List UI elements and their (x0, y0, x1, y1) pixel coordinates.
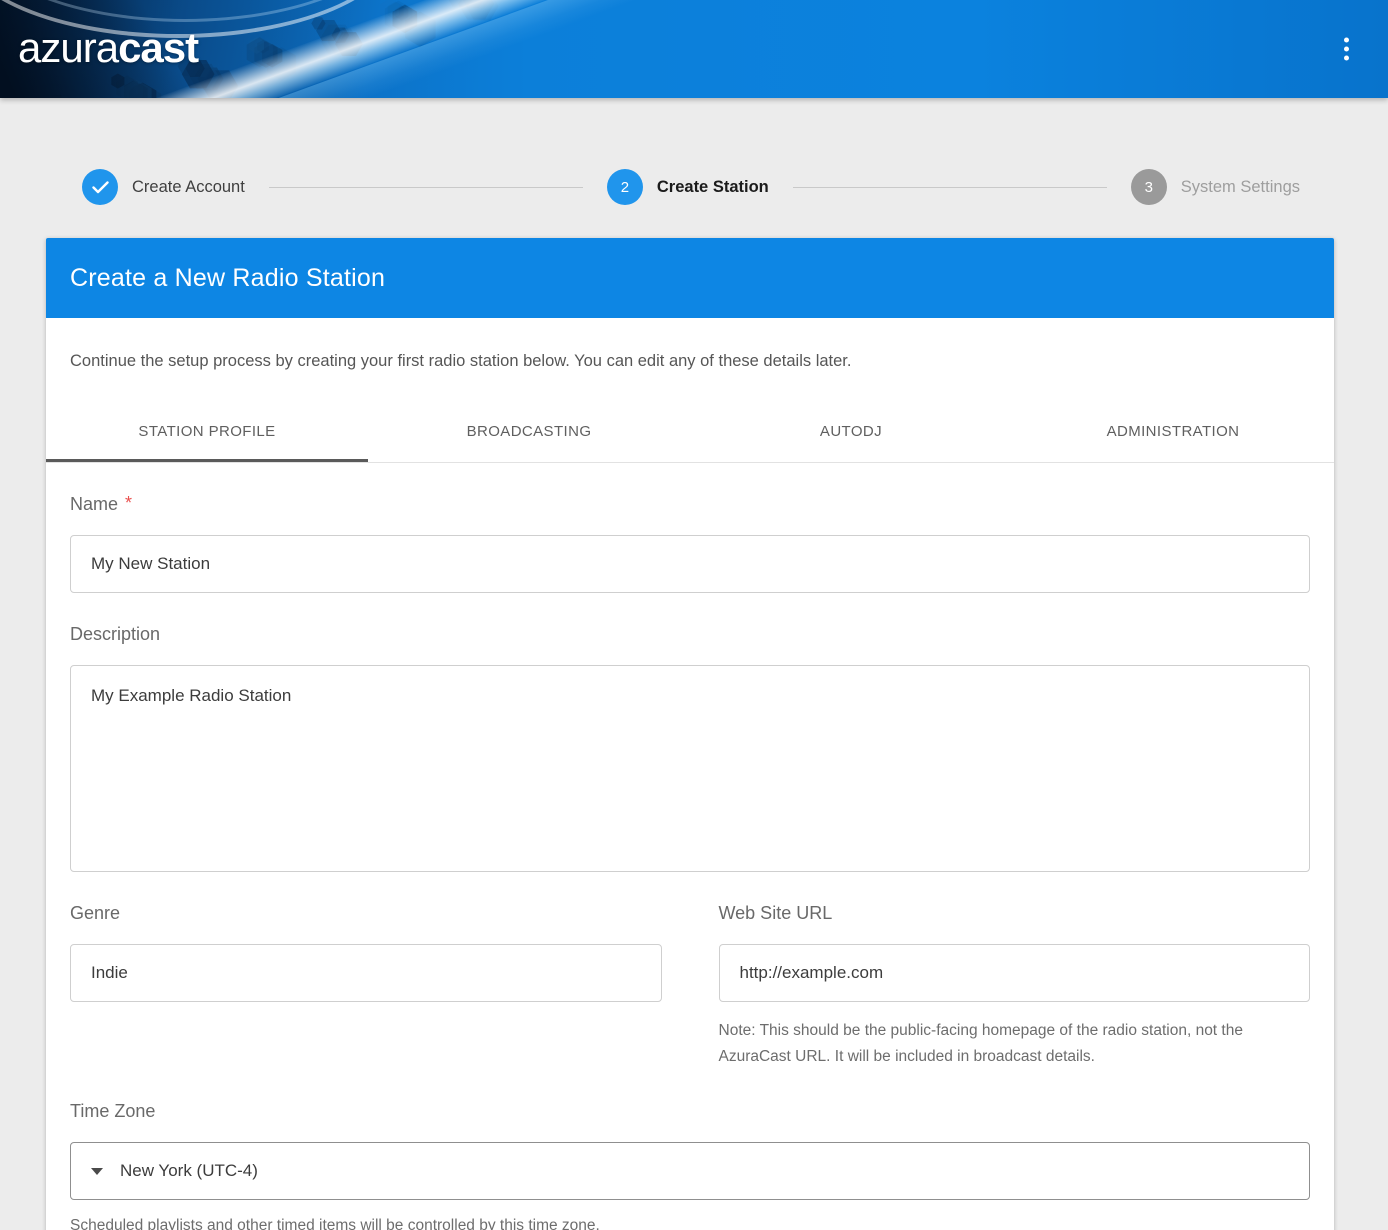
page-title: Create a New Radio Station (70, 264, 385, 293)
step-label: Create Account (132, 178, 245, 197)
timezone-select[interactable]: New York (UTC-4) (70, 1142, 1310, 1200)
tab-broadcasting[interactable]: BROADCASTING (368, 400, 690, 462)
check-icon (82, 169, 118, 205)
stepper-connector (269, 187, 583, 188)
step-label: System Settings (1181, 178, 1300, 197)
overflow-menu-icon[interactable] (1338, 30, 1355, 69)
step-system-settings[interactable]: 3 System Settings (1131, 169, 1300, 205)
app-header: ⬢⬢⬢⬢⬢⬢⬢⬢⬢⬢⬢⬢⬢⬢⬢⬢⬢⬢⬢⬢⬢⬢⬢⬢⬢⬢⬢⬢⬢⬢⬢⬢⬢⬢⬢⬢⬢⬢⬢⬢… (0, 0, 1388, 98)
step-label: Create Station (657, 178, 769, 197)
step-number-badge: 2 (607, 169, 643, 205)
stepper-connector (793, 187, 1107, 188)
description-input[interactable]: My Example Radio Station (70, 665, 1310, 872)
timezone-selected-value: New York (UTC-4) (120, 1161, 258, 1181)
card-title-bar: Create a New Radio Station (46, 238, 1334, 318)
name-label: Name* (70, 494, 1310, 515)
step-create-station[interactable]: 2 Create Station (607, 169, 769, 205)
azuracast-logo[interactable]: azuracast (18, 24, 198, 72)
step-number-badge: 3 (1131, 169, 1167, 205)
setup-wizard-page: ⬢⬢⬢⬢⬢⬢⬢⬢⬢⬢⬢⬢⬢⬢⬢⬢⬢⬢⬢⬢⬢⬢⬢⬢⬢⬢⬢⬢⬢⬢⬢⬢⬢⬢⬢⬢⬢⬢⬢⬢… (0, 0, 1388, 1230)
logo-text-light: azura (18, 24, 118, 71)
description-label: Description (70, 624, 1310, 645)
genre-input[interactable] (70, 944, 662, 1002)
genre-label: Genre (70, 903, 662, 924)
tab-autodj[interactable]: AUTODJ (690, 400, 1012, 462)
dropdown-caret-icon (91, 1168, 103, 1175)
genre-website-row: Genre Web Site URL Note: This should be … (70, 872, 1310, 1070)
required-asterisk: * (125, 493, 132, 513)
kebab-dot (1344, 38, 1349, 43)
website-url-note: Note: This should be the public-facing h… (719, 1018, 1311, 1070)
kebab-dot (1344, 47, 1349, 52)
tab-administration[interactable]: ADMINISTRATION (1012, 400, 1334, 462)
genre-column: Genre (70, 872, 662, 1070)
station-profile-form: Name* Description My Example Radio Stati… (46, 494, 1334, 1230)
kebab-dot (1344, 56, 1349, 61)
timezone-help-text: Scheduled playlists and other timed item… (70, 1217, 1310, 1230)
logo-text-bold: cast (118, 24, 198, 71)
website-url-label: Web Site URL (719, 903, 1311, 924)
tab-bar: STATION PROFILE BROADCASTING AUTODJ ADMI… (46, 400, 1334, 463)
tab-station-profile[interactable]: STATION PROFILE (46, 400, 368, 462)
setup-stepper: Create Account 2 Create Station 3 System… (0, 169, 1388, 205)
timezone-label: Time Zone (70, 1101, 1310, 1122)
name-input[interactable] (70, 535, 1310, 593)
intro-text: Continue the setup process by creating y… (46, 318, 1334, 371)
create-station-card: Create a New Radio Station Continue the … (46, 238, 1334, 1230)
website-column: Web Site URL Note: This should be the pu… (719, 872, 1311, 1070)
step-create-account[interactable]: Create Account (82, 169, 245, 205)
website-url-input[interactable] (719, 944, 1311, 1002)
